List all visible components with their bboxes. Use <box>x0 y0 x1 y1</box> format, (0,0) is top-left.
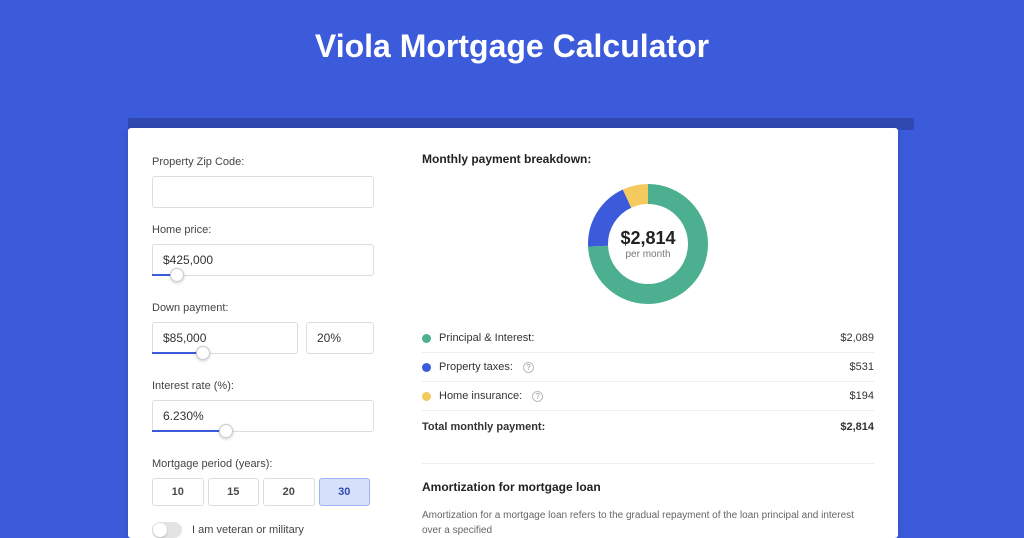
dot-icon <box>422 392 431 401</box>
veteran-label: I am veteran or military <box>192 524 304 536</box>
period-option-20[interactable]: 20 <box>263 478 315 506</box>
dot-icon <box>422 363 431 372</box>
legend-principal: Principal & Interest: $2,089 <box>422 324 874 353</box>
down-payment-pct-input[interactable] <box>306 322 374 354</box>
total-value: $2,814 <box>840 421 874 433</box>
info-icon[interactable]: ? <box>523 362 534 373</box>
breakdown-column: Monthly payment breakdown: $2,814 per mo… <box>398 128 898 538</box>
interest-slider[interactable] <box>152 430 374 442</box>
page-title: Viola Mortgage Calculator <box>0 0 1024 83</box>
legend-insurance: Home insurance: ? $194 <box>422 382 874 411</box>
down-payment-label: Down payment: <box>152 302 374 314</box>
period-segment: 10 15 20 30 <box>152 478 374 506</box>
amortization-section: Amortization for mortgage loan Amortizat… <box>422 463 874 538</box>
donut-amount: $2,814 <box>620 228 675 249</box>
period-option-15[interactable]: 15 <box>208 478 260 506</box>
dot-icon <box>422 334 431 343</box>
form-column: Property Zip Code: Home price: Down paym… <box>128 128 398 538</box>
period-field: Mortgage period (years): 10 15 20 30 <box>152 458 374 506</box>
info-icon[interactable]: ? <box>532 391 543 402</box>
down-payment-input[interactable] <box>152 322 298 354</box>
breakdown-title: Monthly payment breakdown: <box>422 152 874 166</box>
zip-label: Property Zip Code: <box>152 156 374 168</box>
interest-input[interactable] <box>152 400 374 432</box>
period-label: Mortgage period (years): <box>152 458 374 470</box>
donut-chart: $2,814 per month <box>584 180 712 308</box>
legend-label: Principal & Interest: <box>439 332 534 344</box>
period-option-10[interactable]: 10 <box>152 478 204 506</box>
interest-label: Interest rate (%): <box>152 380 374 392</box>
down-payment-slider[interactable] <box>152 352 374 364</box>
total-row: Total monthly payment: $2,814 <box>422 411 874 441</box>
veteran-toggle[interactable] <box>152 522 182 538</box>
donut-sub: per month <box>625 249 670 260</box>
slider-thumb[interactable] <box>219 424 233 438</box>
calculator-card: Property Zip Code: Home price: Down paym… <box>128 128 898 538</box>
veteran-row: I am veteran or military <box>152 522 374 538</box>
down-payment-field: Down payment: <box>152 302 374 364</box>
amortization-title: Amortization for mortgage loan <box>422 480 874 494</box>
period-option-30[interactable]: 30 <box>319 478 371 506</box>
legend-label: Home insurance: <box>439 390 522 402</box>
interest-field: Interest rate (%): <box>152 380 374 442</box>
home-price-input[interactable] <box>152 244 374 276</box>
home-price-label: Home price: <box>152 224 374 236</box>
legend-value: $531 <box>850 361 874 373</box>
legend-taxes: Property taxes: ? $531 <box>422 353 874 382</box>
total-label: Total monthly payment: <box>422 421 545 433</box>
legend-value: $2,089 <box>840 332 874 344</box>
zip-field: Property Zip Code: <box>152 156 374 208</box>
slider-thumb[interactable] <box>196 346 210 360</box>
amortization-text: Amortization for a mortgage loan refers … <box>422 508 874 538</box>
donut-chart-wrap: $2,814 per month <box>422 180 874 308</box>
slider-thumb[interactable] <box>170 268 184 282</box>
legend-value: $194 <box>850 390 874 402</box>
legend-label: Property taxes: <box>439 361 513 373</box>
zip-input[interactable] <box>152 176 374 208</box>
home-price-field: Home price: <box>152 224 374 286</box>
home-price-slider[interactable] <box>152 274 374 286</box>
